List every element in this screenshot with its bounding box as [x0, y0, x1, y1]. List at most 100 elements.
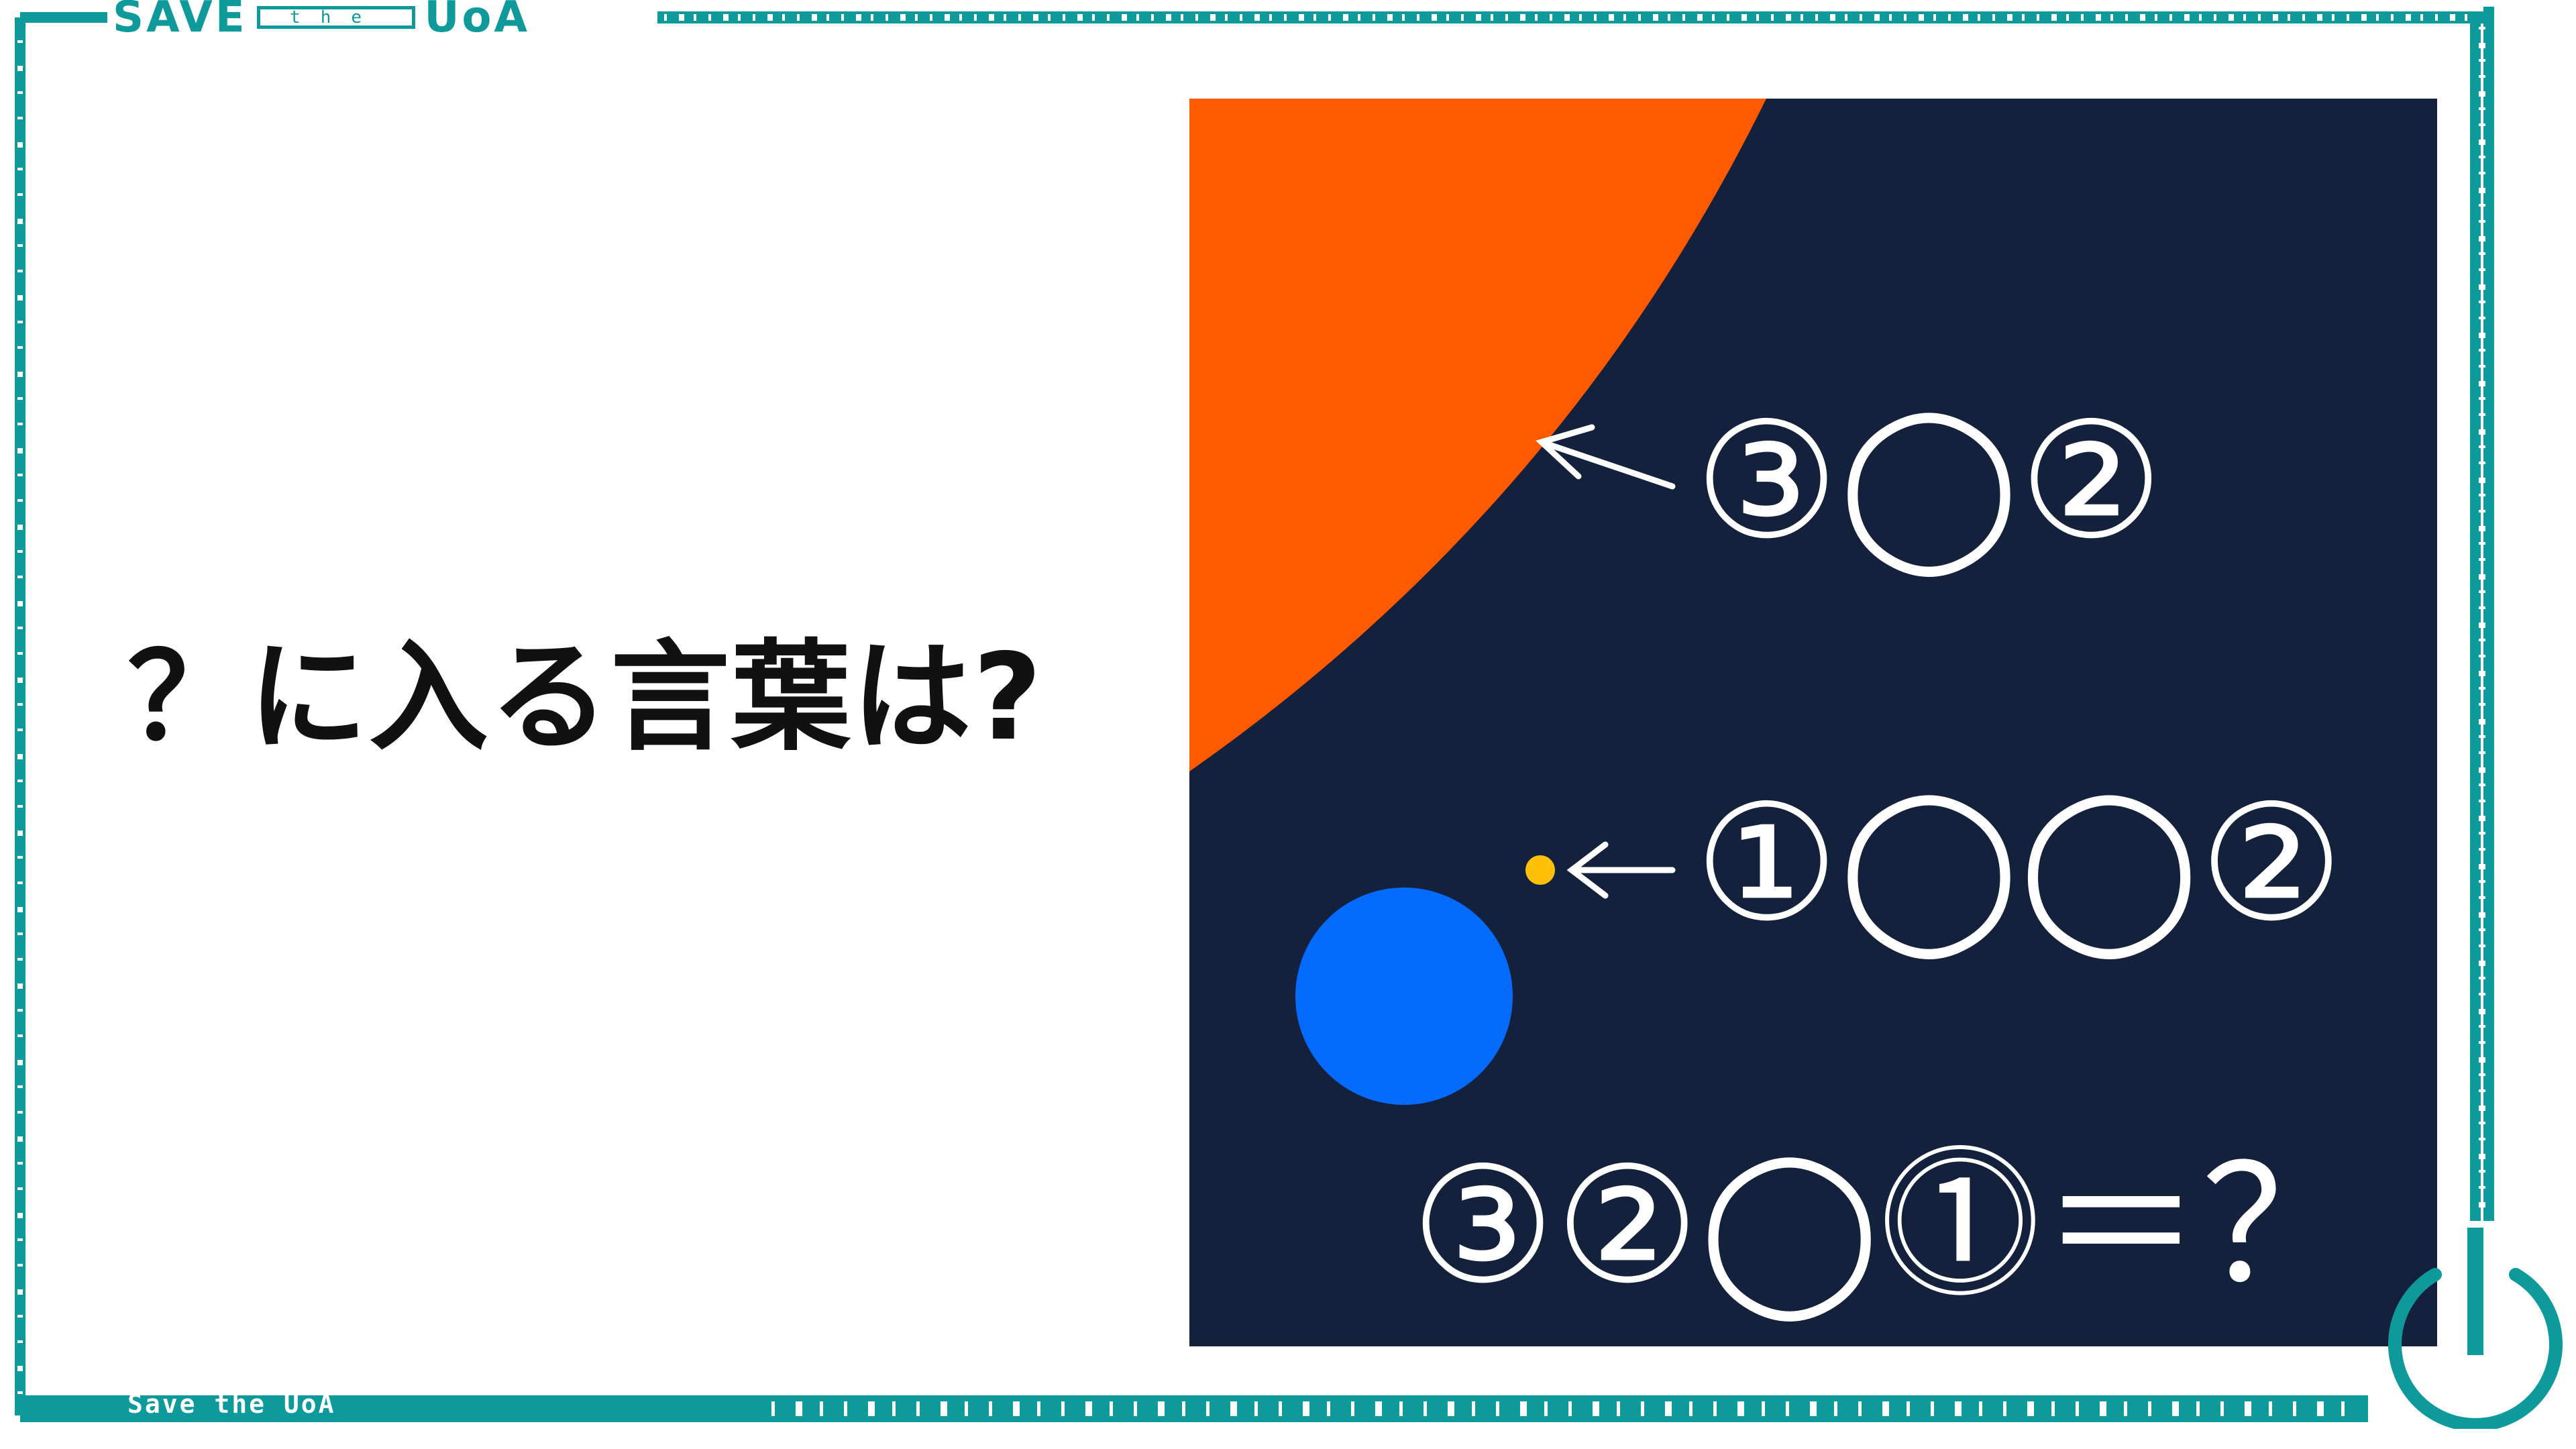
- frame-tick: [2479, 784, 2485, 786]
- frame-tick: [17, 244, 23, 247]
- frame-tick: [2479, 961, 2485, 966]
- frame-tick: [2245, 1401, 2251, 1416]
- frame-tick: [1858, 1401, 1862, 1416]
- frame-tick: [868, 1401, 875, 1416]
- frame-tick: [738, 14, 741, 21]
- frame-tick: [2479, 1202, 2485, 1208]
- frame-tick: [17, 907, 23, 912]
- frame-tick: [17, 627, 23, 629]
- frame-tick: [989, 14, 994, 21]
- frame-tick: [17, 678, 23, 683]
- frame-tick: [17, 1034, 23, 1037]
- frame-tick: [1402, 14, 1405, 21]
- frame-tick: [900, 14, 906, 21]
- frame-tick: [1048, 14, 1051, 21]
- frame-tick: [2479, 301, 2485, 303]
- frame-tick: [2479, 590, 2485, 593]
- frame-tick: [1948, 14, 1951, 21]
- frame-tick: [1424, 1401, 1427, 1416]
- frame-tick: [2479, 928, 2485, 931]
- frame-tick: [782, 14, 785, 21]
- frame-tick: [2479, 912, 2485, 918]
- frame-tick: [1992, 14, 1995, 21]
- frame-tick: [1860, 14, 1862, 21]
- frame-tick: [17, 1060, 23, 1065]
- frame-tick: [1979, 1401, 1982, 1416]
- frame-tick: [2479, 816, 2485, 821]
- header-brand: SAVE the UoA: [113, 0, 530, 39]
- frame-tick: [1593, 1401, 1599, 1416]
- frame-tick: [1919, 14, 1924, 21]
- frame-tick: [2479, 880, 2485, 883]
- frame-tick: [17, 168, 23, 170]
- frame-tick: [1609, 14, 1614, 21]
- power-button-icon[interactable]: [2388, 1228, 2563, 1429]
- frame-tick: [17, 830, 23, 836]
- frame-tick: [1713, 1401, 1717, 1416]
- frame-tick: [974, 14, 977, 21]
- frame-tick: [2391, 14, 2394, 21]
- frame-tick: [2479, 333, 2485, 338]
- frame-tick: [856, 14, 861, 21]
- frame-tick: [1786, 1401, 1789, 1416]
- frame-tick: [17, 372, 23, 377]
- frame-tick: [1834, 1401, 1837, 1416]
- frame-tick: [2479, 574, 2485, 580]
- frame-tick: [1299, 14, 1304, 21]
- frame-tick: [2220, 1401, 2224, 1416]
- frame-tick: [17, 652, 23, 655]
- frame-tick: [1107, 14, 1110, 21]
- clue-sun: ③◯②: [1695, 387, 2163, 575]
- frame-tick: [2479, 671, 2485, 676]
- frame-tick: [2347, 14, 2349, 21]
- frame-tick: [17, 1187, 23, 1190]
- frame-tick: [17, 40, 23, 43]
- frame-tick: [2479, 1138, 2485, 1140]
- frame-tick: [844, 1401, 847, 1416]
- frame-tick: [2479, 107, 2485, 110]
- question-prompt: ？に入る言葉は?: [127, 628, 1044, 767]
- frame-tick: [1520, 14, 1525, 21]
- frame-tick: [17, 397, 23, 400]
- frame-tick: [1904, 14, 1907, 21]
- frame-tick: [1491, 14, 1493, 21]
- frame-tick: [2479, 687, 2485, 690]
- frame-tick: [2148, 1401, 2151, 1416]
- frame-tick: [1061, 1401, 1065, 1416]
- frame-tick: [2214, 14, 2216, 21]
- frame-tick: [2479, 719, 2485, 724]
- frame-tick: [2199, 14, 2202, 21]
- frame-tick: [1476, 14, 1481, 21]
- frame-tick: [1254, 14, 1260, 21]
- frame-tick: [945, 14, 950, 21]
- frame-tick: [17, 805, 23, 808]
- frame-tick: [2479, 800, 2485, 802]
- frame-tick: [2479, 1041, 2485, 1044]
- frame-tick: [2479, 606, 2485, 609]
- frame-tick: [1810, 1401, 1817, 1416]
- frame-tick: [17, 295, 23, 301]
- frame-tick: [1697, 14, 1703, 21]
- frame-tick: [2172, 1401, 2179, 1416]
- frame-tick: [1358, 14, 1360, 21]
- frame-tick: [17, 219, 23, 224]
- frame-tick: [1617, 1401, 1620, 1416]
- frame-tick: [2096, 14, 2101, 21]
- frame-tick: [17, 1315, 23, 1318]
- frame-tick: [2479, 767, 2485, 773]
- frame-tick: [1665, 1401, 1672, 1416]
- frame-tick: [1496, 1401, 1499, 1416]
- frame-tick: [2479, 172, 2485, 174]
- frame-tick: [2479, 284, 2485, 290]
- frame-tick: [1225, 14, 1228, 21]
- frame-tick: [2007, 14, 2012, 21]
- frame-tick: [1461, 14, 1464, 21]
- frame-tick: [17, 91, 23, 94]
- frame-tick: [1638, 14, 1641, 21]
- frame-tick: [2051, 1401, 2055, 1416]
- frame-tick: [753, 14, 755, 21]
- frame-tick: [1978, 14, 1980, 21]
- frame-tick: [965, 1401, 968, 1416]
- frame-tick: [1737, 1401, 1744, 1416]
- clue-moon: ①◯◯②: [1695, 769, 2344, 957]
